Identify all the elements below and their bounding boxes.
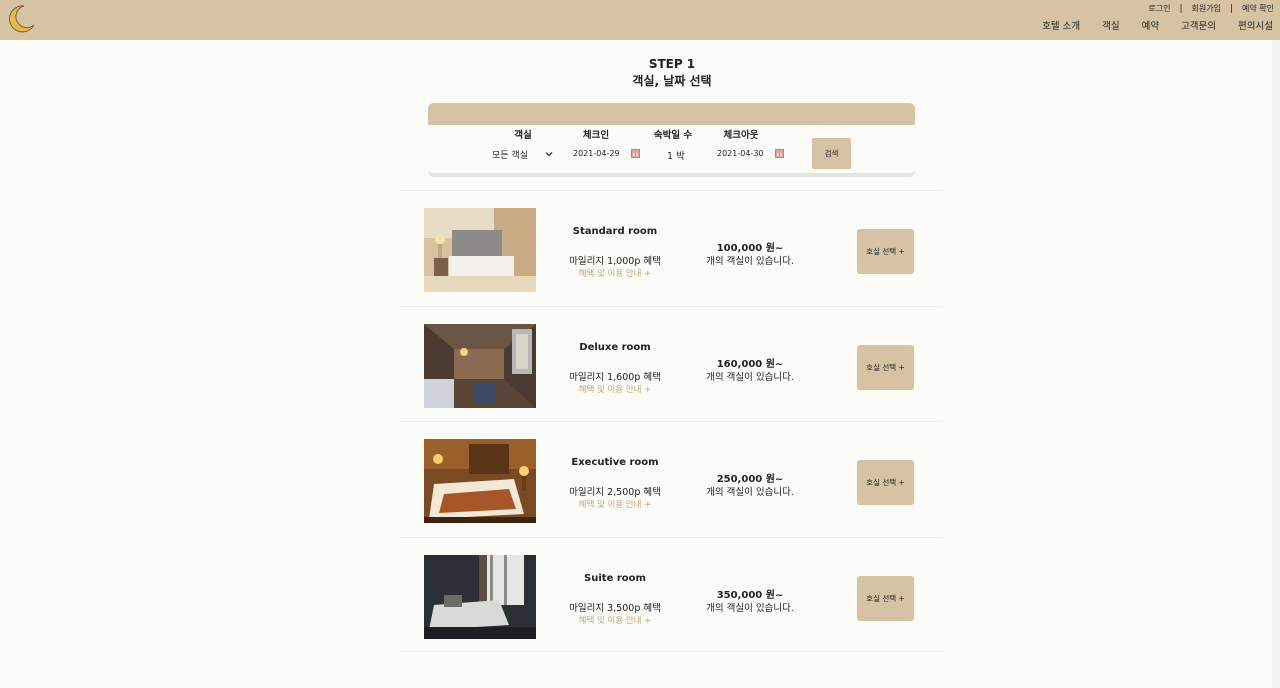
login-link[interactable]: 로그인 [1148, 3, 1170, 14]
deluxe-room-photo [424, 324, 536, 408]
mileage-benefit: 마일리지 1,000p 혜택 [569, 256, 661, 267]
benefit-info-link[interactable]: 혜택 및 이용 안내 + [550, 614, 680, 626]
checkout-field[interactable]: 2021-04-30 [717, 149, 784, 158]
select-room-button[interactable]: 호실 선택 + [857, 345, 914, 390]
signup-link[interactable]: 회원가입 [1192, 3, 1221, 14]
scrollbar[interactable] [1272, 40, 1280, 688]
main-nav: 호텔 소개 객실 예약 고객문의 편의시설 [1042, 18, 1280, 32]
moon-logo-icon[interactable] [4, 3, 36, 35]
room-row-executive: Executive room 마일리지 2,500p 혜택 혜택 및 이용 안내… [400, 421, 943, 536]
standard-room-photo [424, 208, 536, 292]
availability-text: 개의 객실이 있습니다. [706, 256, 794, 267]
room-type-value: 모든 객실 [492, 150, 528, 161]
search-panel: 객실 체크인 숙박일 수 체크아웃 모든 객실 2021-04-29 1 박 2… [428, 103, 915, 177]
room-row-standard: Standard room 마일리지 1,000p 혜택 혜택 및 이용 안내 … [400, 190, 943, 305]
separator: | [1229, 3, 1234, 14]
room-price: 250,000 원~ [716, 474, 784, 485]
room-price: 350,000 원~ [716, 590, 784, 601]
availability-text: 개의 객실이 있습니다. [706, 372, 794, 383]
availability-text: 개의 객실이 있습니다. [706, 603, 794, 614]
select-room-button[interactable]: 호실 선택 + [857, 460, 914, 505]
top-links: 로그인 | 회원가입 | 예약 확인 [1148, 3, 1274, 14]
search-button[interactable]: 검색 [812, 138, 851, 169]
executive-room-photo [424, 439, 536, 523]
room-name: Deluxe room [579, 342, 651, 353]
checkin-label: 체크인 [582, 130, 610, 141]
room-label: 객실 [514, 130, 532, 141]
suite-room-photo [424, 555, 536, 639]
room-type-select[interactable]: 모든 객실 [490, 146, 554, 162]
calendar-icon[interactable] [630, 149, 640, 158]
separator: | [1179, 3, 1183, 14]
availability-text: 개의 객실이 있습니다. [706, 487, 794, 498]
calendar-icon[interactable] [774, 149, 784, 158]
search-panel-header [428, 103, 915, 125]
mileage-benefit: 마일리지 3,500p 혜택 [569, 603, 661, 614]
room-name: Executive room [571, 457, 659, 468]
room-row-suite: Suite room 마일리지 3,500p 혜택 혜택 및 이용 안내 + 3… [400, 537, 943, 652]
step-heading: STEP 1 객실, 날짜 선택 [0, 56, 1280, 90]
mileage-benefit: 마일리지 2,500p 혜택 [569, 487, 661, 498]
step-number: STEP 1 [648, 57, 696, 71]
room-row-deluxe: Deluxe room 마일리지 1,600p 혜택 혜택 및 이용 안내 + … [400, 306, 943, 421]
nav-item-reservation[interactable]: 예약 [1142, 18, 1159, 32]
nights-value: 1 박 [667, 151, 685, 162]
step-title: 객실, 날짜 선택 [632, 74, 712, 88]
nav-item-hotel-intro[interactable]: 호텔 소개 [1042, 18, 1080, 32]
benefit-info-link[interactable]: 혜택 및 이용 안내 + [550, 383, 680, 395]
site-header: 로그인 | 회원가입 | 예약 확인 호텔 소개 객실 예약 고객문의 편의시설 [0, 0, 1280, 40]
select-room-button[interactable]: 호실 선택 + [857, 229, 914, 274]
nights-field: 1 박 [667, 148, 685, 162]
room-price: 100,000 원~ [716, 243, 784, 254]
checkin-value: 2021-04-29 [573, 149, 620, 158]
benefit-info-link[interactable]: 혜택 및 이용 안내 + [550, 267, 680, 279]
nav-item-inquiry[interactable]: 고객문의 [1181, 18, 1216, 32]
nav-item-rooms[interactable]: 객실 [1102, 18, 1119, 32]
room-price: 160,000 원~ [716, 359, 784, 370]
reservation-check-link[interactable]: 예약 확인 [1242, 3, 1274, 14]
chevron-down-icon [545, 152, 553, 157]
checkout-value: 2021-04-30 [717, 149, 764, 158]
nav-item-facilities[interactable]: 편의시설 [1238, 18, 1273, 32]
room-name: Standard room [572, 226, 658, 237]
benefit-info-link[interactable]: 혜택 및 이용 안내 + [550, 498, 680, 510]
checkin-field[interactable]: 2021-04-29 [573, 149, 640, 158]
room-name: Suite room [584, 573, 646, 584]
checkout-label: 체크아웃 [723, 130, 759, 141]
mileage-benefit: 마일리지 1,600p 혜택 [569, 372, 661, 383]
select-room-button[interactable]: 호실 선택 + [857, 576, 914, 621]
